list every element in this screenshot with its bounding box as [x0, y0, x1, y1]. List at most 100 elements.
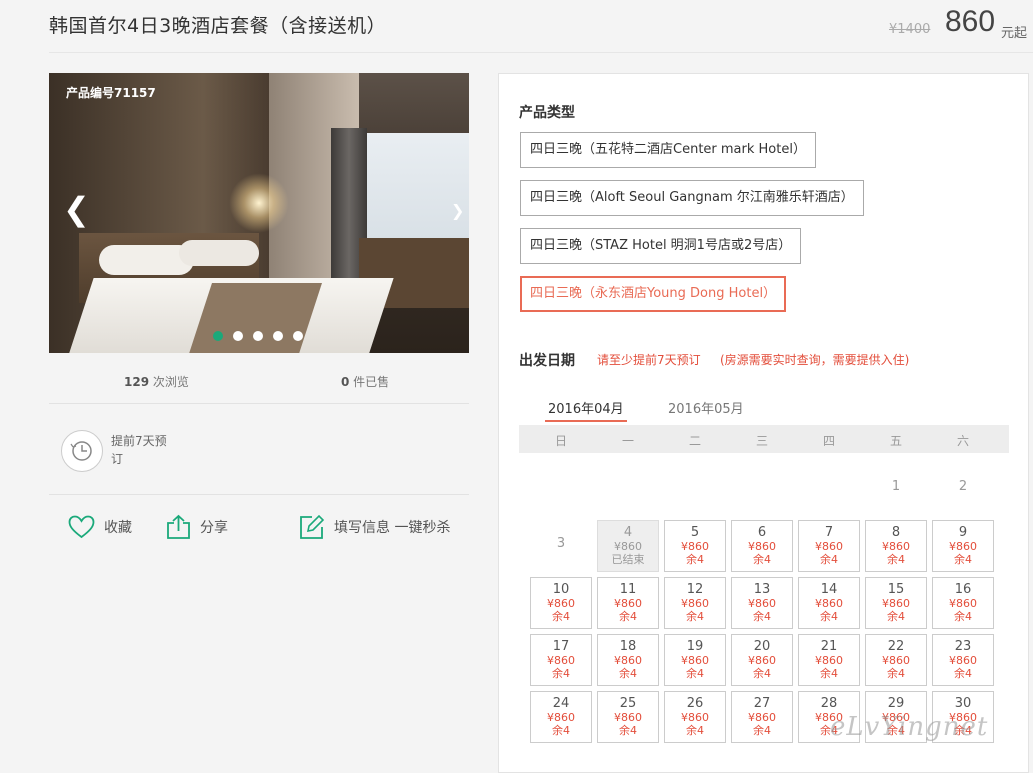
day-number: 10: [552, 582, 570, 597]
day-stock: 余4: [619, 610, 637, 623]
day-stock: 余4: [552, 667, 570, 680]
calendar-day[interactable]: 13 ¥860 余4: [731, 577, 793, 629]
product-photo-gallery[interactable]: 产品编号71157 ❮ ❯: [49, 73, 469, 353]
day-price: ¥860: [681, 711, 709, 724]
day-stock: 余4: [552, 610, 570, 623]
calendar-day[interactable]: 18 ¥860 余4: [597, 634, 659, 686]
day-price: ¥860: [949, 597, 977, 610]
calendar-day[interactable]: 9 ¥860 余4: [932, 520, 994, 572]
day-price: ¥860: [748, 711, 776, 724]
calendar-day[interactable]: 17 ¥860 余4: [530, 634, 592, 686]
day-stock: 余4: [820, 610, 838, 623]
day-stock: 余4: [753, 724, 771, 737]
day-price: ¥860: [614, 654, 642, 667]
day-number: 17: [552, 639, 570, 654]
calendar-day[interactable]: 5 ¥860 余4: [664, 520, 726, 572]
day-price: ¥860: [614, 540, 642, 553]
calendar-day[interactable]: 15 ¥860 余4: [865, 577, 927, 629]
calendar-day[interactable]: 26 ¥860 余4: [664, 691, 726, 743]
day-number: 26: [686, 696, 704, 711]
day-price: ¥860: [949, 540, 977, 553]
calendar-day[interactable]: 10 ¥860 余4: [530, 577, 592, 629]
day-number: 19: [686, 639, 704, 654]
calendar-day[interactable]: 19 ¥860 余4: [664, 634, 726, 686]
day-number: 15: [887, 582, 905, 597]
day-price: ¥860: [815, 654, 843, 667]
room-availability-note: (房源需要实时查询，需要提供入住): [720, 353, 910, 367]
day-number: 30: [954, 696, 972, 711]
prev-slide-icon[interactable]: ❮: [63, 193, 90, 225]
calendar-day[interactable]: 14 ¥860 余4: [798, 577, 860, 629]
weekday-label: 四: [822, 434, 835, 448]
calendar-day[interactable]: 8 ¥860 余4: [865, 520, 927, 572]
slide-indicators[interactable]: [213, 331, 303, 341]
weekday-label: 六: [956, 434, 969, 448]
sold-count: 0 件已售: [341, 375, 390, 389]
calendar-day[interactable]: 24 ¥860 余4: [530, 691, 592, 743]
day-stock: 余4: [954, 610, 972, 623]
day-price: ¥860: [949, 654, 977, 667]
watermark: eLvYingnet: [830, 712, 989, 742]
day-number: 1: [891, 479, 901, 494]
calendar-day[interactable]: 16 ¥860 余4: [932, 577, 994, 629]
calendar-day[interactable]: 7 ¥860 余4: [798, 520, 860, 572]
day-number: 28: [820, 696, 838, 711]
quick-buy-button[interactable]: 填写信息 一键秒杀: [299, 512, 450, 542]
calendar-day[interactable]: 27 ¥860 余4: [731, 691, 793, 743]
calendar-day[interactable]: 20 ¥860 余4: [731, 634, 793, 686]
calendar-day[interactable]: 25 ¥860 余4: [597, 691, 659, 743]
day-number: 27: [753, 696, 771, 711]
current-price: 860: [945, 5, 996, 38]
day-price: ¥860: [882, 597, 910, 610]
slide-dot[interactable]: [293, 331, 303, 341]
day-price: ¥860: [681, 654, 709, 667]
weekday-label: 三: [755, 434, 768, 448]
product-option-4-selected[interactable]: 四日三晚（永东酒店Young Dong Hotel）: [520, 276, 787, 312]
advance-booking-note: 提前7天预订: [111, 434, 167, 466]
product-option-3[interactable]: 四日三晚（STAZ Hotel 明洞1号店或2号店）: [520, 228, 802, 264]
product-option-1[interactable]: 四日三晚（五花特二酒店Center mark Hotel）: [520, 132, 816, 168]
calendar-day[interactable]: 21 ¥860 余4: [798, 634, 860, 686]
day-number: 5: [690, 525, 700, 540]
day-number: 4: [623, 525, 633, 540]
product-option-2[interactable]: 四日三晚（Aloft Seoul Gangnam 尔江南雅乐轩酒店）: [520, 180, 864, 216]
departure-date-title: 出发日期: [519, 353, 575, 369]
calendar-day: 2: [932, 463, 994, 515]
slide-dot[interactable]: [253, 331, 263, 341]
day-price: ¥860: [547, 711, 575, 724]
active-month-underline: [545, 420, 627, 422]
slide-dot[interactable]: [273, 331, 283, 341]
tab-month-april[interactable]: 2016年04月: [548, 398, 624, 417]
slide-dot[interactable]: [213, 331, 223, 341]
day-price: ¥860: [614, 711, 642, 724]
share-button[interactable]: 分享: [166, 512, 228, 542]
tab-month-may[interactable]: 2016年05月: [668, 398, 744, 417]
day-stock: 余4: [954, 667, 972, 680]
calendar-day[interactable]: 22 ¥860 余4: [865, 634, 927, 686]
weekday-label: 一: [621, 434, 634, 448]
calendar-day[interactable]: 6 ¥860 余4: [731, 520, 793, 572]
day-stock: 余4: [686, 667, 704, 680]
next-slide-icon[interactable]: ❯: [451, 201, 464, 220]
price-unit: 元起: [1001, 26, 1028, 41]
product-type-title: 产品类型: [519, 105, 575, 121]
calendar-day[interactable]: 12 ¥860 余4: [664, 577, 726, 629]
day-stock: 已结束: [611, 553, 645, 566]
day-number: 16: [954, 582, 972, 597]
calendar-day[interactable]: 11 ¥860 余4: [597, 577, 659, 629]
slide-dot[interactable]: [233, 331, 243, 341]
day-price: ¥860: [748, 540, 776, 553]
calendar-day: 3: [530, 520, 592, 572]
day-number: 11: [619, 582, 637, 597]
product-id-label: 产品编号71157: [66, 86, 156, 100]
share-icon: [167, 514, 190, 539]
calendar-day[interactable]: 23 ¥860 余4: [932, 634, 994, 686]
calendar-day: 1: [865, 463, 927, 515]
day-stock: 余4: [954, 553, 972, 566]
day-stock: 余4: [619, 724, 637, 737]
day-stock: 余4: [887, 553, 905, 566]
favorite-button[interactable]: 收藏: [68, 512, 132, 542]
day-price: ¥860: [882, 540, 910, 553]
weekday-label: 日: [554, 434, 567, 448]
day-price: ¥860: [748, 597, 776, 610]
